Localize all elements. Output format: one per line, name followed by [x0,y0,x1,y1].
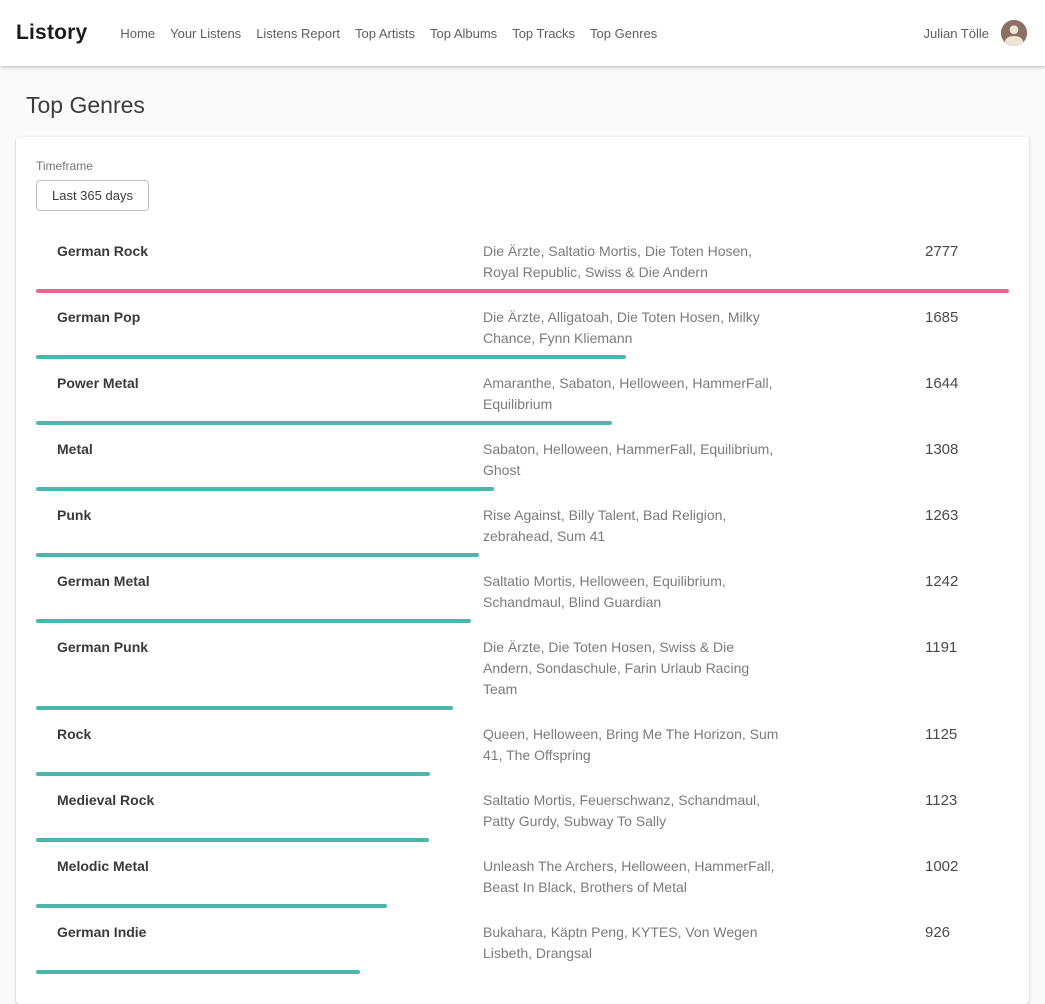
genre-bar [36,487,494,491]
genre-artists: Bukahara, Käptn Peng, KYTES, Von Wegen L… [483,922,783,964]
genre-bar-track [36,838,1009,842]
genre-bar-track [36,904,1009,908]
nav-item-top-albums[interactable]: Top Albums [430,26,497,41]
genre-count: 1191 [925,637,1009,658]
genre-count: 1685 [925,307,1009,328]
user-name: Julian Tölle [923,26,989,41]
genre-name: Punk [36,505,483,526]
genre-row: German Metal Saltatio Mortis, Helloween,… [36,563,1009,623]
nav-item-top-genres[interactable]: Top Genres [590,26,657,41]
genre-name: Melodic Metal [36,856,483,877]
genre-name: German Rock [36,241,483,262]
genre-count: 1308 [925,439,1009,460]
genre-bar [36,706,453,710]
genre-name: German Metal [36,571,483,592]
nav-item-top-artists[interactable]: Top Artists [355,26,415,41]
nav-item-top-tracks[interactable]: Top Tracks [512,26,575,41]
genre-bar [36,421,612,425]
genre-bar [36,904,387,908]
genre-artists: Rise Against, Billy Talent, Bad Religion… [483,505,783,547]
genre-bar [36,838,429,842]
genre-artists: Sabaton, Helloween, HammerFall, Equilibr… [483,439,783,481]
genre-bar-track [36,553,1009,557]
genre-name: German Indie [36,922,483,943]
genre-bar-track [36,706,1009,710]
genre-bar [36,553,479,557]
genre-row: German Rock Die Ärzte, Saltatio Mortis, … [36,233,1009,293]
genre-name: Power Metal [36,373,483,394]
genre-name: German Punk [36,637,483,658]
genre-bar [36,619,471,623]
page-title: Top Genres [26,92,1045,119]
nav-item-your-listens[interactable]: Your Listens [170,26,241,41]
genre-count: 926 [925,922,1009,943]
genre-artists: Unleash The Archers, Helloween, HammerFa… [483,856,783,898]
genre-bar-track [36,619,1009,623]
genre-row: German Indie Bukahara, Käptn Peng, KYTES… [36,914,1009,974]
genre-count: 1123 [925,790,1009,811]
genre-artists: Amaranthe, Sabaton, Helloween, HammerFal… [483,373,783,415]
genre-row-content: German Punk Die Ärzte, Die Toten Hosen, … [36,629,1009,700]
genre-artists: Queen, Helloween, Bring Me The Horizon, … [483,724,783,766]
genre-bar-track [36,421,1009,425]
genre-row-content: Metal Sabaton, Helloween, HammerFall, Eq… [36,431,1009,481]
genre-row: Rock Queen, Helloween, Bring Me The Hori… [36,716,1009,776]
genres-table: German Rock Die Ärzte, Saltatio Mortis, … [36,233,1009,974]
genre-artists: Saltatio Mortis, Helloween, Equilibrium,… [483,571,783,613]
genre-name: German Pop [36,307,483,328]
genre-bar [36,970,360,974]
genre-bar [36,772,430,776]
app-header: Listory Home Your Listens Listens Report… [0,0,1045,66]
genre-bar-track [36,772,1009,776]
genre-row-content: German Rock Die Ärzte, Saltatio Mortis, … [36,233,1009,283]
main-nav: Home Your Listens Listens Report Top Art… [120,26,657,41]
genre-row: German Pop Die Ärzte, Alligatoah, Die To… [36,299,1009,359]
genre-row-content: Punk Rise Against, Billy Talent, Bad Rel… [36,497,1009,547]
genre-artists: Die Ärzte, Saltatio Mortis, Die Toten Ho… [483,241,783,283]
genre-artists: Die Ärzte, Die Toten Hosen, Swiss & Die … [483,637,783,700]
genre-name: Metal [36,439,483,460]
timeframe-select[interactable]: Last 365 days [36,180,149,211]
genre-bar-track [36,970,1009,974]
genre-count: 1644 [925,373,1009,394]
genre-row-content: Melodic Metal Unleash The Archers, Hello… [36,848,1009,898]
genre-count: 1002 [925,856,1009,877]
genre-row: Punk Rise Against, Billy Talent, Bad Rel… [36,497,1009,557]
genre-count: 1242 [925,571,1009,592]
genre-artists: Saltatio Mortis, Feuerschwanz, Schandmau… [483,790,783,832]
genre-artists: Die Ärzte, Alligatoah, Die Toten Hosen, … [483,307,783,349]
genre-row: Power Metal Amaranthe, Sabaton, Hellowee… [36,365,1009,425]
genre-row-content: German Metal Saltatio Mortis, Helloween,… [36,563,1009,613]
genre-row: Melodic Metal Unleash The Archers, Hello… [36,848,1009,908]
genre-row: Medieval Rock Saltatio Mortis, Feuerschw… [36,782,1009,842]
user-avatar-icon [1001,20,1027,46]
genre-count: 1263 [925,505,1009,526]
genre-bar-track [36,487,1009,491]
genre-count: 2777 [925,241,1009,262]
genre-bar [36,289,1009,293]
genre-row: Metal Sabaton, Helloween, HammerFall, Eq… [36,431,1009,491]
genre-row-content: Medieval Rock Saltatio Mortis, Feuerschw… [36,782,1009,832]
user-menu[interactable]: Julian Tölle [923,20,1027,46]
genre-row-content: German Indie Bukahara, Käptn Peng, KYTES… [36,914,1009,964]
genre-row-content: Rock Queen, Helloween, Bring Me The Hori… [36,716,1009,766]
genre-count: 1125 [925,724,1009,745]
genre-name: Medieval Rock [36,790,483,811]
genre-row: German Punk Die Ärzte, Die Toten Hosen, … [36,629,1009,710]
genre-bar [36,355,626,359]
nav-item-listens-report[interactable]: Listens Report [256,26,340,41]
genre-row-content: Power Metal Amaranthe, Sabaton, Hellowee… [36,365,1009,415]
app-logo[interactable]: Listory [16,21,87,45]
genres-card: Timeframe Last 365 days German Rock Die … [16,137,1029,1004]
nav-item-home[interactable]: Home [120,26,155,41]
timeframe-label: Timeframe [36,159,1009,173]
genre-name: Rock [36,724,483,745]
genre-bar-track [36,289,1009,293]
genre-row-content: German Pop Die Ärzte, Alligatoah, Die To… [36,299,1009,349]
genre-bar-track [36,355,1009,359]
